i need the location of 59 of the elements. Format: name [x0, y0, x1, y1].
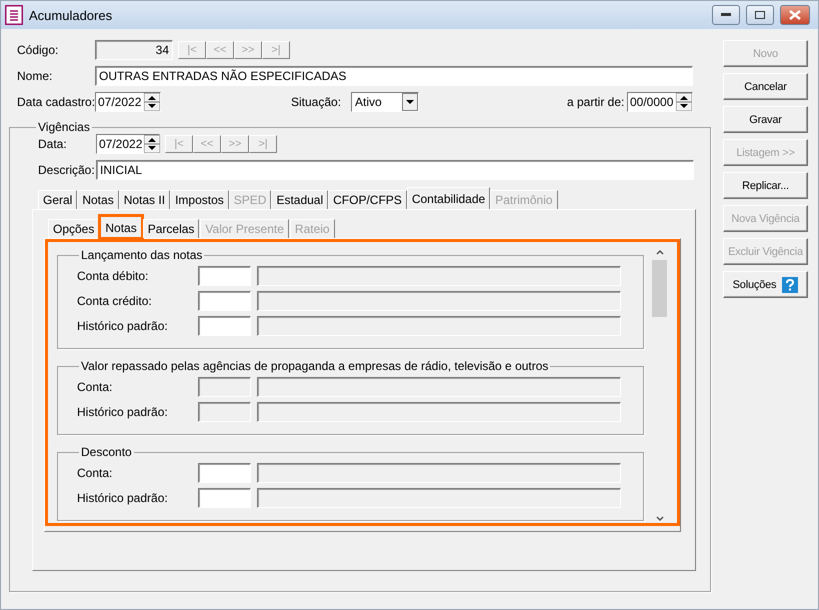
- code-field: 34: [95, 40, 173, 60]
- field-label: Nome:: [17, 69, 54, 83]
- close-icon: [789, 10, 801, 20]
- field-label: Descrição:: [38, 163, 96, 177]
- tab[interactable]: Geral: [38, 190, 78, 209]
- action-button[interactable]: Gravar: [723, 106, 808, 133]
- minimize-button[interactable]: [712, 5, 740, 25]
- group-title: Vigências: [37, 120, 91, 134]
- scroll-down-icon[interactable]: [654, 515, 664, 523]
- action-button[interactable]: Cancelar: [723, 73, 808, 100]
- date-field[interactable]: 07/2022: [95, 92, 161, 112]
- window-title: Acumuladores: [29, 8, 114, 22]
- field-label: Data:: [38, 137, 68, 151]
- tab[interactable]: Notas II: [118, 190, 170, 209]
- field-label: Conta débito:: [77, 269, 150, 283]
- code-field[interactable]: [198, 266, 251, 286]
- scroll-up-icon[interactable]: [654, 248, 664, 256]
- from-date-field[interactable]: 00/0000: [627, 92, 693, 112]
- field-label: a partir de:: [567, 95, 626, 109]
- field-label: Histórico padrão:: [77, 405, 169, 419]
- tab[interactable]: Parcelas: [142, 219, 200, 238]
- code-field[interactable]: [198, 463, 251, 483]
- minimize-icon: [721, 13, 731, 17]
- validity-date-field[interactable]: 07/2022: [96, 134, 160, 154]
- tab[interactable]: CFOP/CFPS: [328, 190, 407, 209]
- status-dropdown[interactable]: Ativo: [351, 92, 419, 112]
- description-field[interactable]: INICIAL: [96, 160, 694, 180]
- tab[interactable]: Opções: [48, 219, 100, 238]
- field-label: Histórico padrão:: [77, 319, 169, 333]
- field-label: Data cadastro:: [17, 95, 95, 109]
- field-label: Situação:: [291, 95, 342, 109]
- tab[interactable]: Notas: [77, 190, 119, 209]
- spin-arrows-icon[interactable]: [144, 135, 160, 153]
- name-field[interactable]: OUTRAS ENTRADAS NÃO ESPECIFICADAS: [95, 66, 693, 86]
- maximize-button[interactable]: [746, 5, 774, 25]
- code-field[interactable]: [198, 488, 251, 508]
- close-button[interactable]: [780, 5, 810, 25]
- field-label: Código:: [17, 43, 60, 57]
- field-label: Conta:: [77, 466, 114, 480]
- group-title: Valor repassado pelas agências de propaganda a empresas de rádio, televisão e outros: [80, 359, 550, 373]
- document-icon: [5, 5, 23, 25]
- tab[interactable]: Estadual: [271, 190, 328, 209]
- group-title: Lançamento das notas: [80, 248, 204, 262]
- action-button[interactable]: Replicar...: [723, 172, 808, 199]
- spin-arrows-icon[interactable]: [144, 93, 160, 111]
- tab[interactable]: Impostos: [170, 190, 229, 209]
- maximize-icon: [755, 11, 765, 19]
- field-label: Histórico padrão:: [77, 491, 169, 505]
- field-label: Conta:: [77, 380, 114, 394]
- field-label: Conta crédito:: [77, 294, 153, 308]
- action-button[interactable]: Soluções: [723, 271, 808, 298]
- spin-arrows-icon[interactable]: [676, 93, 692, 111]
- scrollbar-thumb[interactable]: [652, 260, 667, 317]
- tab[interactable]: Contabilidade: [406, 187, 490, 209]
- tab[interactable]: Notas: [100, 216, 142, 238]
- code-field[interactable]: [198, 316, 251, 336]
- help-icon: [782, 276, 798, 292]
- group-title: Desconto: [80, 445, 133, 459]
- code-field[interactable]: [198, 291, 251, 311]
